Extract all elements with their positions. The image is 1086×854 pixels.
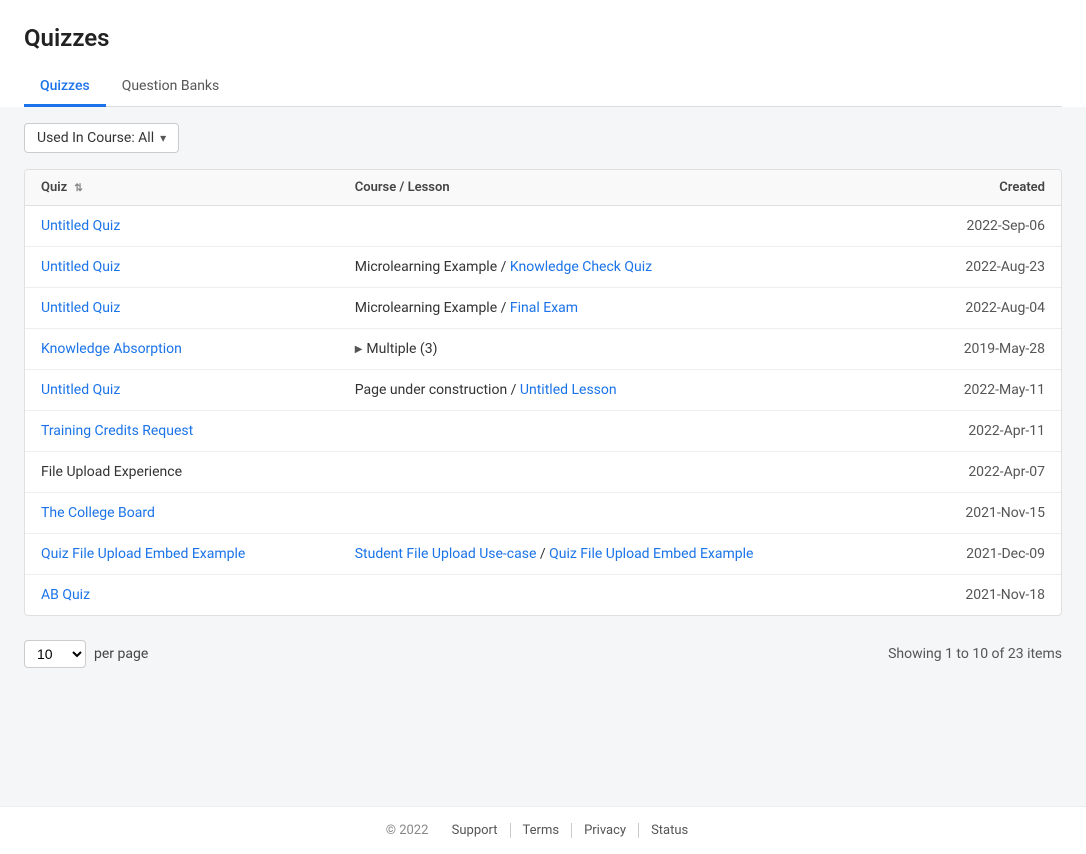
cell-quiz-6: File Upload Experience [25,452,339,493]
filter-label: Used In Course: All [37,130,154,146]
footer-link-status[interactable]: Status [639,823,700,838]
chevron-down-icon: ▾ [160,131,166,145]
quiz-link-7[interactable]: The College Board [41,505,155,521]
cell-quiz-7: The College Board [25,493,339,534]
quiz-link-1[interactable]: Untitled Quiz [41,259,120,275]
per-page-select[interactable]: 10 25 50 100 [24,640,86,668]
footer-link-privacy[interactable]: Privacy [572,823,639,838]
quiz-link-3[interactable]: Knowledge Absorption [41,341,182,357]
table-row: Untitled Quiz Page under construction / U… [25,370,1061,411]
quiz-link-0[interactable]: Untitled Quiz [41,218,120,234]
separator-2: / [497,300,510,316]
lesson-link-8[interactable]: Quiz File Upload Embed Example [549,546,753,562]
quiz-link-8[interactable]: Quiz File Upload Embed Example [41,546,245,562]
quiz-link-2[interactable]: Untitled Quiz [41,300,120,316]
quiz-table: Quiz ⇅ Course / Lesson Created Untitled … [25,170,1061,615]
cell-quiz-4: Untitled Quiz [25,370,339,411]
cell-date-2: 2022-Aug-04 [911,288,1061,329]
table-row: Untitled Quiz Microlearning Example / Fin… [25,288,1061,329]
triangle-icon: ▶ [355,344,363,355]
copyright-text: © 2022 [386,823,429,838]
cell-quiz-8: Quiz File Upload Embed Example [25,534,339,575]
footer-link-support[interactable]: Support [440,823,511,838]
separator-1: / [497,259,510,275]
page-footer: © 2022 Support Terms Privacy Status [0,806,1086,854]
quiz-link-9[interactable]: AB Quiz [41,587,90,603]
tab-quizzes[interactable]: Quizzes [24,68,106,107]
col-header-created: Created [911,170,1061,206]
course-filter-dropdown[interactable]: Used In Course: All ▾ [24,123,179,153]
cell-date-7: 2021-Nov-15 [911,493,1061,534]
footer-links: Support Terms Privacy Status [440,823,701,838]
course-text-2: Microlearning Example [355,300,497,316]
lesson-link-2[interactable]: Final Exam [510,300,578,316]
table-row: Untitled Quiz Microlearning Example / Kno… [25,247,1061,288]
separator-8: / [536,546,549,562]
cell-quiz-2: Untitled Quiz [25,288,339,329]
table-row: The College Board 2021-Nov-15 [25,493,1061,534]
cell-course-5 [339,411,911,452]
quiz-table-container: Quiz ⇅ Course / Lesson Created Untitled … [24,169,1062,616]
col-header-quiz[interactable]: Quiz ⇅ [25,170,339,206]
quiz-link-5[interactable]: Training Credits Request [41,423,193,439]
table-row: AB Quiz 2021-Nov-18 [25,575,1061,616]
quiz-link-4[interactable]: Untitled Quiz [41,382,120,398]
pagination-bar: 10 25 50 100 per page Showing 1 to 10 of… [24,628,1062,680]
content-area: Used In Course: All ▾ Quiz ⇅ Course / Le… [0,107,1086,807]
cell-date-1: 2022-Aug-23 [911,247,1061,288]
cell-date-3: 2019-May-28 [911,329,1061,370]
course-text-1: Microlearning Example [355,259,497,275]
cell-date-6: 2022-Apr-07 [911,452,1061,493]
table-row: Training Credits Request 2022-Apr-11 [25,411,1061,452]
cell-quiz-9: AB Quiz [25,575,339,616]
cell-course-2: Microlearning Example / Final Exam [339,288,911,329]
cell-date-5: 2022-Apr-11 [911,411,1061,452]
course-text-4: Page under construction [355,382,507,398]
multiple-label: Multiple (3) [366,341,437,357]
page-header: Quizzes Quizzes Question Banks [0,0,1086,107]
sort-icon-quiz: ⇅ [74,183,82,194]
table-row: Quiz File Upload Embed ExampleStudent Fi… [25,534,1061,575]
cell-course-3: ▶Multiple (3) [339,329,911,370]
course-link-8[interactable]: Student File Upload Use-case [355,546,537,562]
lesson-link-4[interactable]: Untitled Lesson [520,382,617,398]
cell-course-9 [339,575,911,616]
filter-bar: Used In Course: All ▾ [24,123,1062,153]
cell-date-9: 2021-Nov-18 [911,575,1061,616]
tab-bar: Quizzes Question Banks [24,68,1062,107]
cell-quiz-3: Knowledge Absorption [25,329,339,370]
cell-date-4: 2022-May-11 [911,370,1061,411]
table-header-row: Quiz ⇅ Course / Lesson Created [25,170,1061,206]
cell-quiz-5: Training Credits Request [25,411,339,452]
table-row: Untitled Quiz 2022-Sep-06 [25,206,1061,247]
cell-course-4: Page under construction / Untitled Lesso… [339,370,911,411]
table-row: File Upload Experience 2022-Apr-07 [25,452,1061,493]
footer-link-terms[interactable]: Terms [511,823,573,838]
showing-text: Showing 1 to 10 of 23 items [888,646,1062,662]
per-page-label: per page [94,646,148,662]
cell-course-7 [339,493,911,534]
tab-question-banks[interactable]: Question Banks [106,68,236,107]
page-title: Quizzes [24,24,1062,52]
page-wrapper: Quizzes Quizzes Question Banks Used In C… [0,0,1086,854]
cell-date-8: 2021-Dec-09 [911,534,1061,575]
cell-course-6 [339,452,911,493]
cell-date-0: 2022-Sep-06 [911,206,1061,247]
table-row: Knowledge Absorption ▶Multiple (3) 2019-Ma… [25,329,1061,370]
quiz-text-6: File Upload Experience [41,464,182,480]
multiple-toggle-3[interactable]: ▶Multiple (3) [355,341,895,357]
cell-course-0 [339,206,911,247]
col-header-course-lesson: Course / Lesson [339,170,911,206]
cell-course-1: Microlearning Example / Knowledge Check … [339,247,911,288]
lesson-link-1[interactable]: Knowledge Check Quiz [510,259,652,275]
cell-quiz-1: Untitled Quiz [25,247,339,288]
cell-course-8: Student File Upload Use-case / Quiz File… [339,534,911,575]
cell-quiz-0: Untitled Quiz [25,206,339,247]
separator-4: / [507,382,520,398]
